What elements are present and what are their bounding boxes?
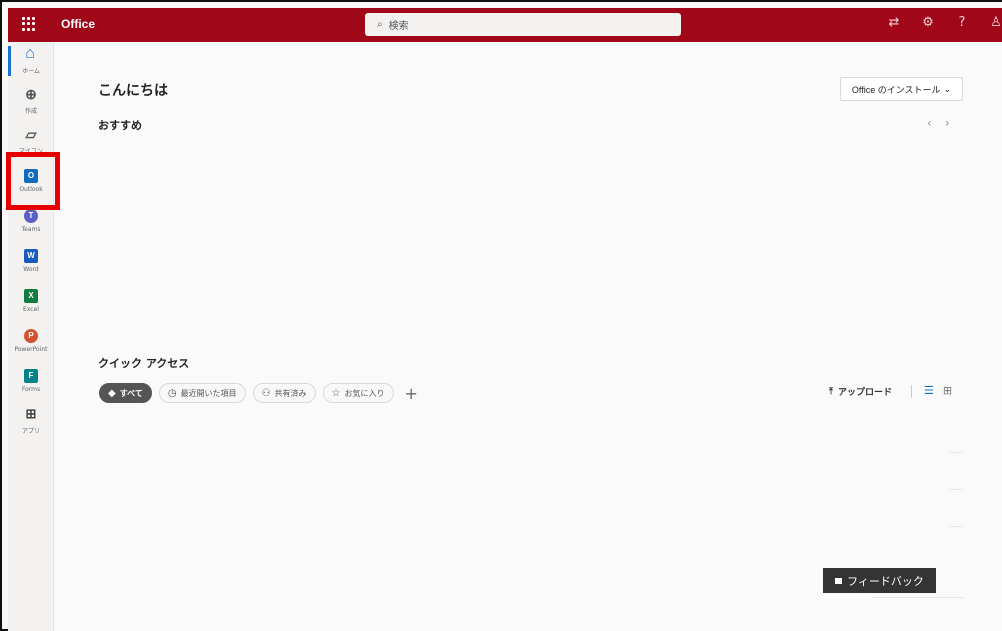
feedback-label: フィードバック xyxy=(847,574,924,588)
add-filter-button[interactable]: + xyxy=(405,384,418,403)
chevron-right-icon[interactable]: › xyxy=(945,116,950,130)
cube-icon: ◆ xyxy=(108,387,116,399)
sidebar-item-excel[interactable]: X Excel xyxy=(8,284,54,322)
sidebar-item-home[interactable]: ⌂ ホーム xyxy=(8,44,54,82)
office-window: Office ⌕ 検索 ⇄ ⚙ ? ♙ ⌂ ホーム ⊕ 作成 ▱ マイコン O … xyxy=(0,0,1002,631)
apps-icon: ⊞ xyxy=(25,406,37,421)
install-office-label: Office のインストール xyxy=(851,84,941,95)
guide-line xyxy=(872,597,964,598)
recommended-carousel-controls: ‹ › xyxy=(927,116,950,130)
view-switcher: ☰ ⊞ xyxy=(924,384,952,397)
install-office-button[interactable]: Office のインストール ⌄ xyxy=(840,77,963,101)
chevron-down-icon: ⌄ xyxy=(943,83,952,94)
filter-shared[interactable]: ⚇ 共有済み xyxy=(252,383,316,403)
search-icon: ⌕ xyxy=(377,19,383,30)
upload-label: アップロード xyxy=(837,388,892,398)
main-content: こんにちは Office のインストール ⌄ おすすめ ‹ › クイック アクセ… xyxy=(54,42,1002,631)
create-icon: ⊕ xyxy=(25,86,37,102)
forms-icon: F xyxy=(24,369,38,383)
left-app-rail: ⌂ ホーム ⊕ 作成 ▱ マイコン O Outlook T Teams W Wo… xyxy=(8,42,54,631)
upload-icon: ⤒ xyxy=(829,386,833,397)
home-icon: ⌂ xyxy=(25,45,35,62)
feedback-icon xyxy=(835,577,843,584)
excel-icon: X xyxy=(24,289,38,303)
sidebar-item-apps[interactable]: ⊞ アプリ xyxy=(8,404,54,442)
guide-line xyxy=(949,489,963,490)
grid-icon[interactable] xyxy=(22,17,36,31)
guide-line xyxy=(949,526,963,527)
upload-button[interactable]: ⤒ アップロード xyxy=(829,385,892,399)
sidebar-item-create[interactable]: ⊕ 作成 xyxy=(8,84,54,122)
sidebar-item-forms[interactable]: F Forms xyxy=(8,364,54,402)
clock-icon: ◷ xyxy=(167,387,177,399)
office-brand[interactable]: Office xyxy=(61,17,95,31)
top-navigation-bar: Office ⌕ 検索 ⇄ ⚙ ? ♙ xyxy=(8,8,1002,42)
guide-line xyxy=(949,452,963,453)
powerpoint-icon: P xyxy=(24,329,38,343)
user-icon[interactable]: ♙ xyxy=(988,15,1002,30)
quick-access-title: クイック アクセス xyxy=(98,357,190,370)
outlook-highlight-box xyxy=(6,152,60,210)
quick-access-filters: ◆ すべて ◷ 最近開いた項目 ⚇ 共有済み ☆ お気に入り + xyxy=(99,383,418,403)
help-icon[interactable]: ? xyxy=(954,15,970,30)
people-icon: ⚇ xyxy=(261,387,271,399)
toolbar-divider xyxy=(911,385,912,398)
chevron-left-icon[interactable]: ‹ xyxy=(927,116,932,130)
sidebar-item-powerpoint[interactable]: P PowerPoint xyxy=(8,324,54,362)
list-view-icon[interactable]: ☰ xyxy=(924,384,934,397)
search-placeholder: 検索 xyxy=(388,21,409,32)
feedback-button[interactable]: フィードバック xyxy=(823,568,936,593)
grid-view-icon[interactable]: ⊞ xyxy=(943,384,952,397)
header-actions: ⇄ ⚙ ? ♙ xyxy=(886,15,1002,30)
folder-icon: ▱ xyxy=(25,126,37,142)
teams-icon: T xyxy=(24,209,38,223)
settings-icon[interactable]: ⚙ xyxy=(920,15,936,30)
recommended-title: おすすめ xyxy=(98,119,142,132)
filter-all[interactable]: ◆ すべて xyxy=(99,383,152,403)
word-icon: W xyxy=(24,249,38,263)
feedback-sync-icon[interactable]: ⇄ xyxy=(886,15,902,30)
filter-recent[interactable]: ◷ 最近開いた項目 xyxy=(158,383,246,403)
sidebar-item-word[interactable]: W Word xyxy=(8,244,54,282)
filter-favorites[interactable]: ☆ お気に入り xyxy=(322,383,394,403)
star-icon: ☆ xyxy=(331,387,341,399)
greeting: こんにちは xyxy=(98,83,168,99)
search-box[interactable]: ⌕ 検索 xyxy=(365,13,681,36)
